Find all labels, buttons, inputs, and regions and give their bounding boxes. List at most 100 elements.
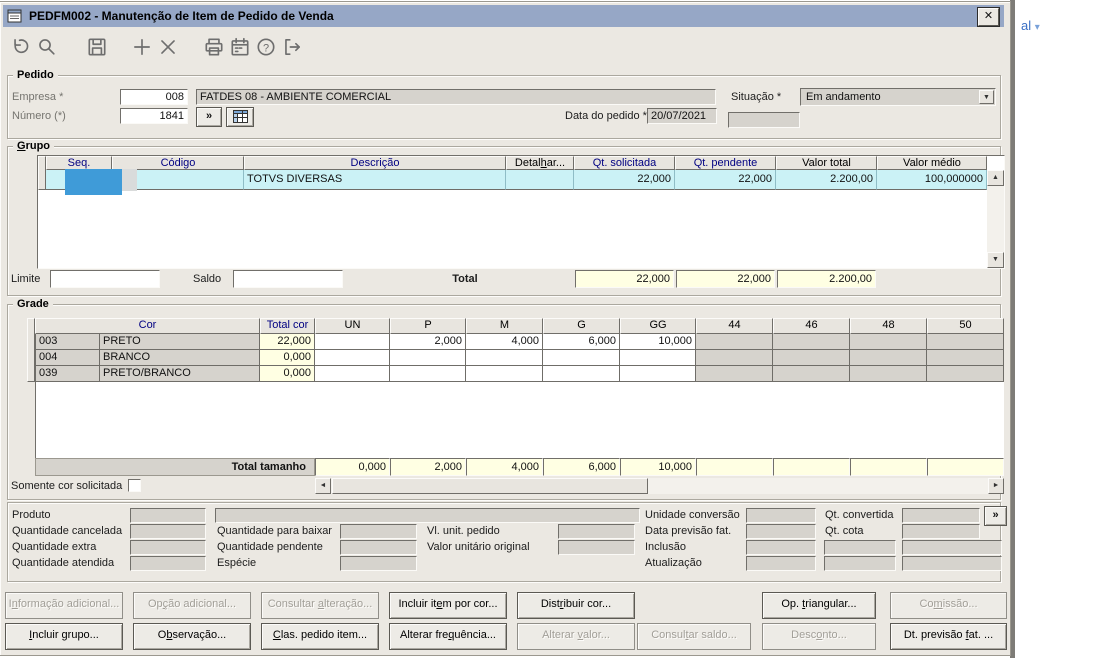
grade-row1-48	[850, 334, 927, 350]
grade-total-label-cell: Total tamanho	[35, 458, 315, 476]
grupo-row-descricao-cell[interactable]: TOTVS DIVERSAS	[244, 170, 506, 190]
opcao-adicional-button[interactable]: Opção adicional...	[133, 592, 251, 619]
print-button[interactable]	[203, 36, 225, 58]
host-page-link[interactable]: al ▾	[1021, 18, 1040, 33]
limite-input[interactable]	[50, 270, 160, 288]
grade-row2-m[interactable]	[466, 350, 543, 366]
grade-col-g[interactable]: G	[543, 318, 620, 334]
somente-cor-checkbox[interactable]	[128, 479, 141, 492]
desconto-button[interactable]: Desconto...	[762, 623, 876, 650]
alterar-frequencia-button[interactable]: Alterar frequência...	[389, 623, 507, 650]
grade-col-p[interactable]: P	[390, 318, 466, 334]
valor-unitario-original-label: Valor unitário original	[427, 541, 530, 553]
window-title: PEDFM002 - Manutenção de Item de Pedido …	[29, 9, 334, 23]
alterar-valor-button[interactable]: Alterar valor...	[517, 623, 635, 650]
consultar-saldo-button[interactable]: Consultar saldo...	[637, 623, 751, 650]
grade-col-un[interactable]: UN	[315, 318, 390, 334]
dialog-pedfm002: PEDFM002 - Manutenção de Item de Pedido …	[0, 2, 1010, 655]
grade-col-gg[interactable]: GG	[620, 318, 696, 334]
grupo-row-valor-total-cell[interactable]: 2.200,00	[776, 170, 877, 190]
grupo-row-qt-solicitada-cell[interactable]: 22,000	[574, 170, 675, 190]
grupo-col-detalhar[interactable]: Detalhar...	[506, 156, 574, 170]
grade-row1-un[interactable]	[315, 334, 390, 350]
title-bar[interactable]: PEDFM002 - Manutenção de Item de Pedido …	[3, 5, 1004, 27]
grupo-col-seq[interactable]: Seq.	[46, 156, 112, 170]
grade-row1-m[interactable]: 4,000	[466, 334, 543, 350]
grupo-col-valor-medio[interactable]: Valor médio	[877, 156, 987, 170]
informacao-adicional-button[interactable]: Informação adicional...	[5, 592, 123, 619]
empresa-input[interactable]: 008	[120, 89, 188, 105]
grade-row3-m[interactable]	[466, 366, 543, 382]
saldo-input[interactable]	[233, 270, 343, 288]
situacao-dropdown-icon[interactable]: ▼	[979, 90, 994, 104]
grade-row3-un[interactable]	[315, 366, 390, 382]
comissao-button[interactable]: Comissão...	[890, 592, 1007, 619]
grade-row2-g[interactable]	[543, 350, 620, 366]
delete-button[interactable]	[157, 36, 179, 58]
grade-row1-codigo[interactable]: 003	[35, 334, 100, 350]
consultar-alteracao-button[interactable]: Consultar alteração...	[261, 592, 379, 619]
grade-row3-g[interactable]	[543, 366, 620, 382]
situacao-combo[interactable]: Em andamento ▼	[800, 88, 996, 106]
calendar-button[interactable]	[229, 36, 251, 58]
grade-hscroll-thumb[interactable]	[332, 478, 648, 494]
close-button[interactable]: ✕	[978, 8, 999, 26]
grupo-vscroll-down[interactable]: ▼	[987, 252, 1004, 268]
grupo-col-descricao[interactable]: Descrição	[244, 156, 506, 170]
grupo-col-qt-pendente[interactable]: Qt. pendente	[675, 156, 776, 170]
grupo-row-detalhar-cell[interactable]	[506, 170, 574, 190]
grade-row3-codigo[interactable]: 039	[35, 366, 100, 382]
exit-button[interactable]	[281, 36, 303, 58]
grade-col-total-cor[interactable]: Total cor	[260, 318, 315, 334]
dt-previsao-fat-button[interactable]: Dt. previsão fat. ...	[890, 623, 1007, 650]
grade-row2-codigo[interactable]: 004	[35, 350, 100, 366]
detail-zoom-button[interactable]: »	[984, 506, 1007, 526]
grade-col-44[interactable]: 44	[696, 318, 773, 334]
grupo-col-codigo[interactable]: Código	[112, 156, 244, 170]
observacao-button[interactable]: Observação...	[133, 623, 251, 650]
add-button[interactable]	[131, 36, 153, 58]
grade-hscroll-right[interactable]: ►	[988, 478, 1004, 494]
grade-row2-un[interactable]	[315, 350, 390, 366]
distribuir-cor-button[interactable]: Distribuir cor...	[517, 592, 635, 619]
grade-row3-gg[interactable]	[620, 366, 696, 382]
undo-button[interactable]	[9, 36, 31, 58]
grade-row1-gg[interactable]: 10,000	[620, 334, 696, 350]
grade-row3-50	[927, 366, 1004, 382]
vl-unit-pedido-field	[558, 524, 635, 539]
grade-row2-cor[interactable]: BRANCO	[100, 350, 260, 366]
grade-col-cor[interactable]: Cor	[35, 318, 260, 334]
grade-row1-cor[interactable]: PRETO	[100, 334, 260, 350]
grupo-col-qt-solicitada[interactable]: Qt. solicitada	[574, 156, 675, 170]
grade-row1-46	[773, 334, 850, 350]
op-triangular-button[interactable]: Op. triangular...	[762, 592, 876, 619]
numero-input[interactable]: 1841	[120, 108, 188, 124]
grade-hscroll-left[interactable]: ◄	[315, 478, 331, 494]
grade-row2-p[interactable]	[390, 350, 466, 366]
help-button[interactable]: ?	[255, 36, 277, 58]
incluir-item-por-cor-button[interactable]: Incluir item por cor...	[389, 592, 507, 619]
search-button[interactable]	[36, 36, 58, 58]
grupo-vscroll-up[interactable]: ▲	[987, 170, 1004, 186]
clas-pedido-item-button[interactable]: Clas. pedido item...	[261, 623, 379, 650]
grupo-col-valor-total[interactable]: Valor total	[776, 156, 877, 170]
close-icon: ✕	[983, 10, 994, 22]
incluir-grupo-button[interactable]: Incluir grupo...	[5, 623, 123, 650]
grade-row2-gg[interactable]	[620, 350, 696, 366]
host-link-text[interactable]: al	[1021, 18, 1031, 33]
grade-row3-p[interactable]	[390, 366, 466, 382]
grade-col-46[interactable]: 46	[773, 318, 850, 334]
grade-row3-cor[interactable]: PRETO/BRANCO	[100, 366, 260, 382]
grade-row1-g[interactable]: 6,000	[543, 334, 620, 350]
grade-col-48[interactable]: 48	[850, 318, 927, 334]
grade-col-m[interactable]: M	[466, 318, 543, 334]
grupo-row-valor-medio-cell[interactable]: 100,000000	[877, 170, 987, 190]
grid-lookup-button[interactable]	[226, 107, 254, 127]
save-button[interactable]	[86, 36, 108, 58]
grade-col-50[interactable]: 50	[927, 318, 1004, 334]
grade-row1-p[interactable]: 2,000	[390, 334, 466, 350]
grade-row3-total: 0,000	[260, 366, 315, 382]
grupo-row-qt-pendente-cell[interactable]: 22,000	[675, 170, 776, 190]
numero-zoom-button[interactable]: »	[196, 107, 222, 127]
situacao-value: Em andamento	[806, 91, 881, 103]
